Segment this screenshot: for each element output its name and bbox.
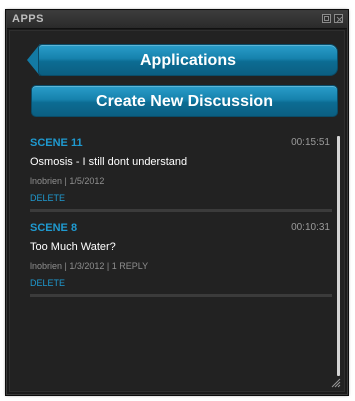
delete-link[interactable]: DELETE — [30, 278, 65, 288]
discussion-subject[interactable]: Osmosis - I still dont understand — [30, 156, 187, 168]
divider — [30, 294, 332, 297]
discussion-subject[interactable]: Too Much Water? — [30, 241, 116, 253]
list-item[interactable]: SCENE 8 00:10:31 Too Much Water? lnobrie… — [30, 214, 332, 299]
discussion-meta: lnobrien | 1/3/2012 | 1 REPLY — [30, 261, 149, 271]
applications-button[interactable]: Applications — [38, 44, 338, 76]
title-bar[interactable]: APPS — [7, 11, 347, 29]
discussion-meta: lnobrien | 1/5/2012 — [30, 176, 105, 186]
restore-icon[interactable] — [322, 14, 331, 23]
scrollbar[interactable] — [337, 136, 340, 376]
timestamp: 00:10:31 — [291, 222, 330, 233]
list-item[interactable]: SCENE 11 00:15:51 Osmosis - I still dont… — [30, 129, 332, 214]
delete-link[interactable]: DELETE — [30, 193, 65, 203]
apps-window: APPS Applications Create New Discussion … — [6, 10, 348, 395]
discussion-list: SCENE 11 00:15:51 Osmosis - I still dont… — [30, 129, 332, 299]
timestamp: 00:15:51 — [291, 137, 330, 148]
scene-label[interactable]: SCENE 8 — [30, 222, 77, 234]
resize-grip-icon[interactable] — [330, 377, 341, 388]
create-new-discussion-button[interactable]: Create New Discussion — [31, 85, 338, 117]
close-icon[interactable] — [334, 14, 343, 23]
scene-label[interactable]: SCENE 11 — [30, 137, 83, 149]
divider — [30, 209, 332, 212]
apps-panel: Applications Create New Discussion SCENE… — [9, 30, 345, 392]
window-title: APPS — [12, 13, 44, 25]
